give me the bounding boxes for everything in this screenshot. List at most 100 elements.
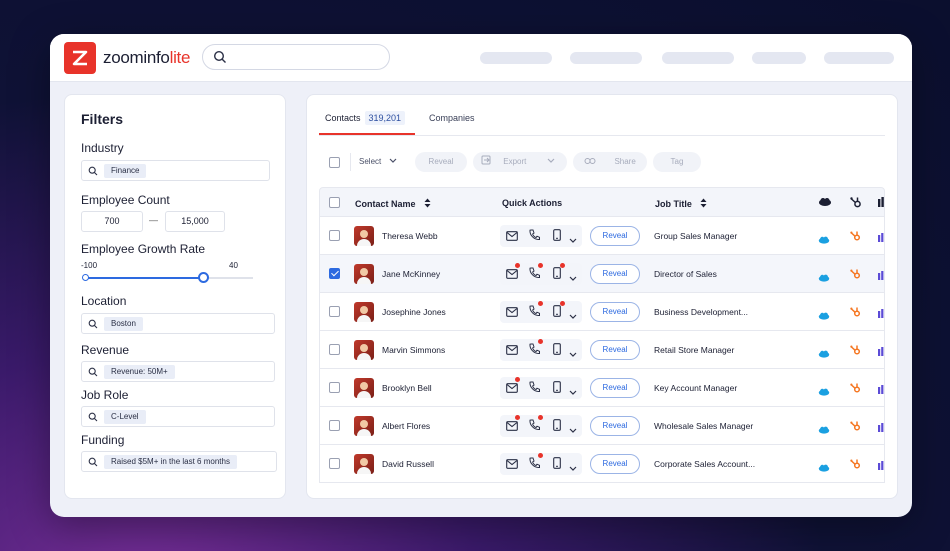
- phone-icon[interactable]: [529, 304, 540, 322]
- phone-icon[interactable]: [529, 418, 540, 436]
- contact-name[interactable]: David Russell: [382, 459, 434, 469]
- industry-chip[interactable]: Finance: [104, 164, 147, 178]
- phone-icon[interactable]: [529, 456, 540, 474]
- chevron-down-icon[interactable]: [569, 421, 577, 439]
- growth-slider-max-handle[interactable]: [197, 272, 209, 283]
- reveal-button[interactable]: Reveal: [590, 416, 640, 436]
- outreach-icon[interactable]: [878, 420, 884, 438]
- job-role-input[interactable]: C-Level: [81, 406, 275, 427]
- salesforce-icon[interactable]: [818, 383, 830, 401]
- table-row[interactable]: Marvin Simmons Reveal Retail Store Manager: [319, 331, 885, 369]
- tab-companies[interactable]: Companies: [429, 113, 475, 123]
- reveal-button[interactable]: Reveal: [590, 340, 640, 360]
- email-icon[interactable]: [506, 418, 518, 436]
- table-row[interactable]: Brooklyn Bell Reveal Key Account Manager: [319, 369, 885, 407]
- reveal-toolbar-button[interactable]: Reveal: [415, 152, 467, 172]
- growth-slider-min-handle[interactable]: [82, 274, 89, 281]
- row-checkbox[interactable]: [329, 344, 340, 355]
- chevron-down-icon[interactable]: [569, 459, 577, 477]
- contact-name[interactable]: Brooklyn Bell: [382, 383, 432, 393]
- salesforce-icon[interactable]: [818, 269, 830, 287]
- row-checkbox[interactable]: [329, 230, 340, 241]
- chevron-down-icon[interactable]: [569, 231, 577, 249]
- revenue-chip[interactable]: Revenue: 50M+: [104, 365, 175, 379]
- funding-input[interactable]: Raised $5M+ in the last 6 months: [81, 451, 277, 472]
- share-button[interactable]: Share: [573, 152, 647, 172]
- employee-count-max[interactable]: 15,000: [165, 211, 225, 232]
- hubspot-icon[interactable]: [850, 419, 861, 437]
- reveal-button[interactable]: Reveal: [590, 302, 640, 322]
- email-icon[interactable]: [506, 342, 518, 360]
- mobile-icon[interactable]: [553, 418, 561, 436]
- contact-name[interactable]: Albert Flores: [382, 421, 430, 431]
- mobile-icon[interactable]: [553, 266, 561, 284]
- salesforce-icon[interactable]: [818, 421, 830, 439]
- location-chip[interactable]: Boston: [104, 317, 143, 331]
- nav-placeholder-1[interactable]: [480, 52, 552, 64]
- email-icon[interactable]: [506, 228, 518, 246]
- reveal-button[interactable]: Reveal: [590, 226, 640, 246]
- industry-input[interactable]: Finance: [81, 160, 270, 181]
- search-input[interactable]: [202, 44, 390, 70]
- select-all-checkbox[interactable]: [329, 157, 340, 168]
- outreach-icon[interactable]: [878, 382, 884, 400]
- email-icon[interactable]: [506, 456, 518, 474]
- phone-icon[interactable]: [529, 228, 540, 246]
- contact-name[interactable]: Josephine Jones: [382, 307, 446, 317]
- column-contact-name[interactable]: Contact Name: [355, 198, 431, 209]
- outreach-icon[interactable]: [878, 458, 884, 476]
- table-row[interactable]: Theresa Webb Reveal Group Sales Manager: [319, 217, 885, 255]
- table-row[interactable]: Albert Flores Reveal Wholesale Sales Manag…: [319, 407, 885, 445]
- outreach-icon[interactable]: [878, 306, 884, 324]
- table-row[interactable]: Josephine Jones Reveal Business Developmen…: [319, 293, 885, 331]
- export-button[interactable]: Export: [473, 152, 567, 172]
- hubspot-icon[interactable]: [850, 305, 861, 323]
- tab-contacts[interactable]: Contacts 319,201: [325, 111, 406, 125]
- header-checkbox[interactable]: [329, 197, 340, 208]
- table-row[interactable]: Jane McKinney Reveal Director of Sales: [319, 255, 885, 293]
- nav-placeholder-4[interactable]: [752, 52, 806, 64]
- employee-count-min[interactable]: 700: [81, 211, 143, 232]
- chevron-down-icon[interactable]: [569, 269, 577, 287]
- reveal-button[interactable]: Reveal: [590, 378, 640, 398]
- phone-icon[interactable]: [529, 266, 540, 284]
- mobile-icon[interactable]: [553, 304, 561, 322]
- chevron-down-icon[interactable]: [569, 345, 577, 363]
- table-row[interactable]: David Russell Reveal Corporate Sales Accou…: [319, 445, 885, 483]
- row-checkbox[interactable]: [329, 420, 340, 431]
- nav-placeholder-5[interactable]: [824, 52, 894, 64]
- contact-name[interactable]: Theresa Webb: [382, 231, 438, 241]
- nav-placeholder-3[interactable]: [662, 52, 734, 64]
- reveal-button[interactable]: Reveal: [590, 454, 640, 474]
- salesforce-icon[interactable]: [818, 459, 830, 477]
- salesforce-icon[interactable]: [818, 307, 830, 325]
- salesforce-icon[interactable]: [818, 231, 830, 249]
- contact-name[interactable]: Jane McKinney: [382, 269, 440, 279]
- column-job-title[interactable]: Job Title: [655, 198, 707, 209]
- row-checkbox[interactable]: [329, 382, 340, 393]
- outreach-icon[interactable]: [878, 230, 884, 248]
- reveal-button[interactable]: Reveal: [590, 264, 640, 284]
- row-checkbox[interactable]: [329, 306, 340, 317]
- outreach-icon[interactable]: [878, 344, 884, 362]
- mobile-icon[interactable]: [553, 456, 561, 474]
- nav-placeholder-2[interactable]: [570, 52, 642, 64]
- salesforce-icon[interactable]: [818, 345, 830, 363]
- revenue-input[interactable]: Revenue: 50M+: [81, 361, 275, 382]
- tag-button[interactable]: Tag: [653, 152, 701, 172]
- email-icon[interactable]: [506, 380, 518, 398]
- email-icon[interactable]: [506, 266, 518, 284]
- hubspot-icon[interactable]: [850, 381, 861, 399]
- funding-chip[interactable]: Raised $5M+ in the last 6 months: [104, 455, 237, 469]
- row-checkbox[interactable]: [329, 458, 340, 469]
- chevron-down-icon[interactable]: [569, 383, 577, 401]
- hubspot-icon[interactable]: [850, 457, 861, 475]
- location-input[interactable]: Boston: [81, 313, 275, 334]
- mobile-icon[interactable]: [553, 228, 561, 246]
- phone-icon[interactable]: [529, 380, 540, 398]
- hubspot-icon[interactable]: [850, 229, 861, 247]
- job-role-chip[interactable]: C-Level: [104, 410, 146, 424]
- hubspot-icon[interactable]: [850, 267, 861, 285]
- mobile-icon[interactable]: [553, 380, 561, 398]
- phone-icon[interactable]: [529, 342, 540, 360]
